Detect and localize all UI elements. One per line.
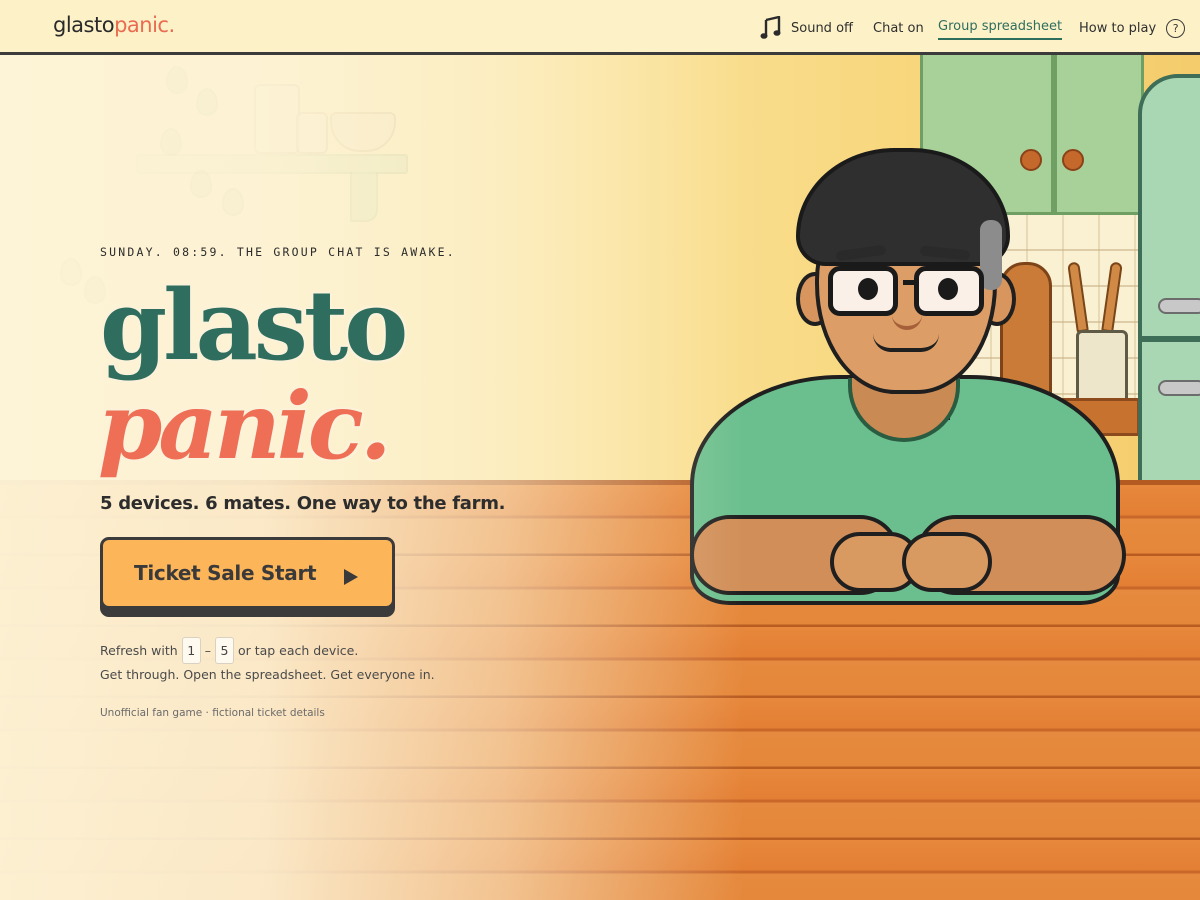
sound-toggle-label: Sound off <box>791 20 853 36</box>
chat-toggle-link[interactable]: Chat on <box>873 16 924 40</box>
key-badge-1: 1 <box>181 636 201 664</box>
key-badge-5: 5 <box>214 636 234 664</box>
top-nav-bar: glastopanic. Sound off Chat on Group spr… <box>0 0 1200 55</box>
controls-hint: Refresh with 1 – 5 or tap each device. <box>100 636 358 664</box>
logo-part-glasto: glasto <box>53 13 115 37</box>
sound-toggle-button[interactable]: Sound off <box>760 15 853 40</box>
fan-game-disclaimer: Unofficial fan game · fictional ticket d… <box>100 707 325 719</box>
hint-suffix: or tap each device. <box>237 642 359 658</box>
hero-kicker: SUNDAY. 08:59. THE GROUP CHAT IS AWAKE. <box>100 245 456 259</box>
ticket-sale-start-button[interactable]: Ticket Sale Start <box>100 537 395 617</box>
question-circle-icon: ? <box>1166 18 1186 38</box>
play-icon <box>344 569 358 585</box>
music-note-icon <box>760 15 782 40</box>
hero-tagline: 5 devices. 6 mates. One way to the farm. <box>100 493 506 514</box>
cta-button-label: Ticket Sale Start <box>134 561 317 585</box>
hero-title-glasto: glasto <box>100 269 408 382</box>
logo[interactable]: glastopanic. <box>53 13 175 37</box>
how-to-play-label: How to play <box>1079 20 1157 36</box>
hint-prefix: Refresh with <box>100 642 178 658</box>
hint-line-2: Get through. Open the spreadsheet. Get e… <box>100 667 435 682</box>
hint-dash: – <box>204 642 211 658</box>
group-spreadsheet-label: Group spreadsheet <box>938 19 1063 34</box>
logo-part-panic: panic. <box>114 13 175 37</box>
cta-button-face: Ticket Sale Start <box>100 537 395 609</box>
hero-title-panic: panic. <box>98 372 392 480</box>
how-to-play-link[interactable]: How to play ? <box>1079 16 1186 40</box>
group-spreadsheet-link[interactable]: Group spreadsheet <box>938 16 1063 40</box>
chat-toggle-label: Chat on <box>873 20 924 36</box>
